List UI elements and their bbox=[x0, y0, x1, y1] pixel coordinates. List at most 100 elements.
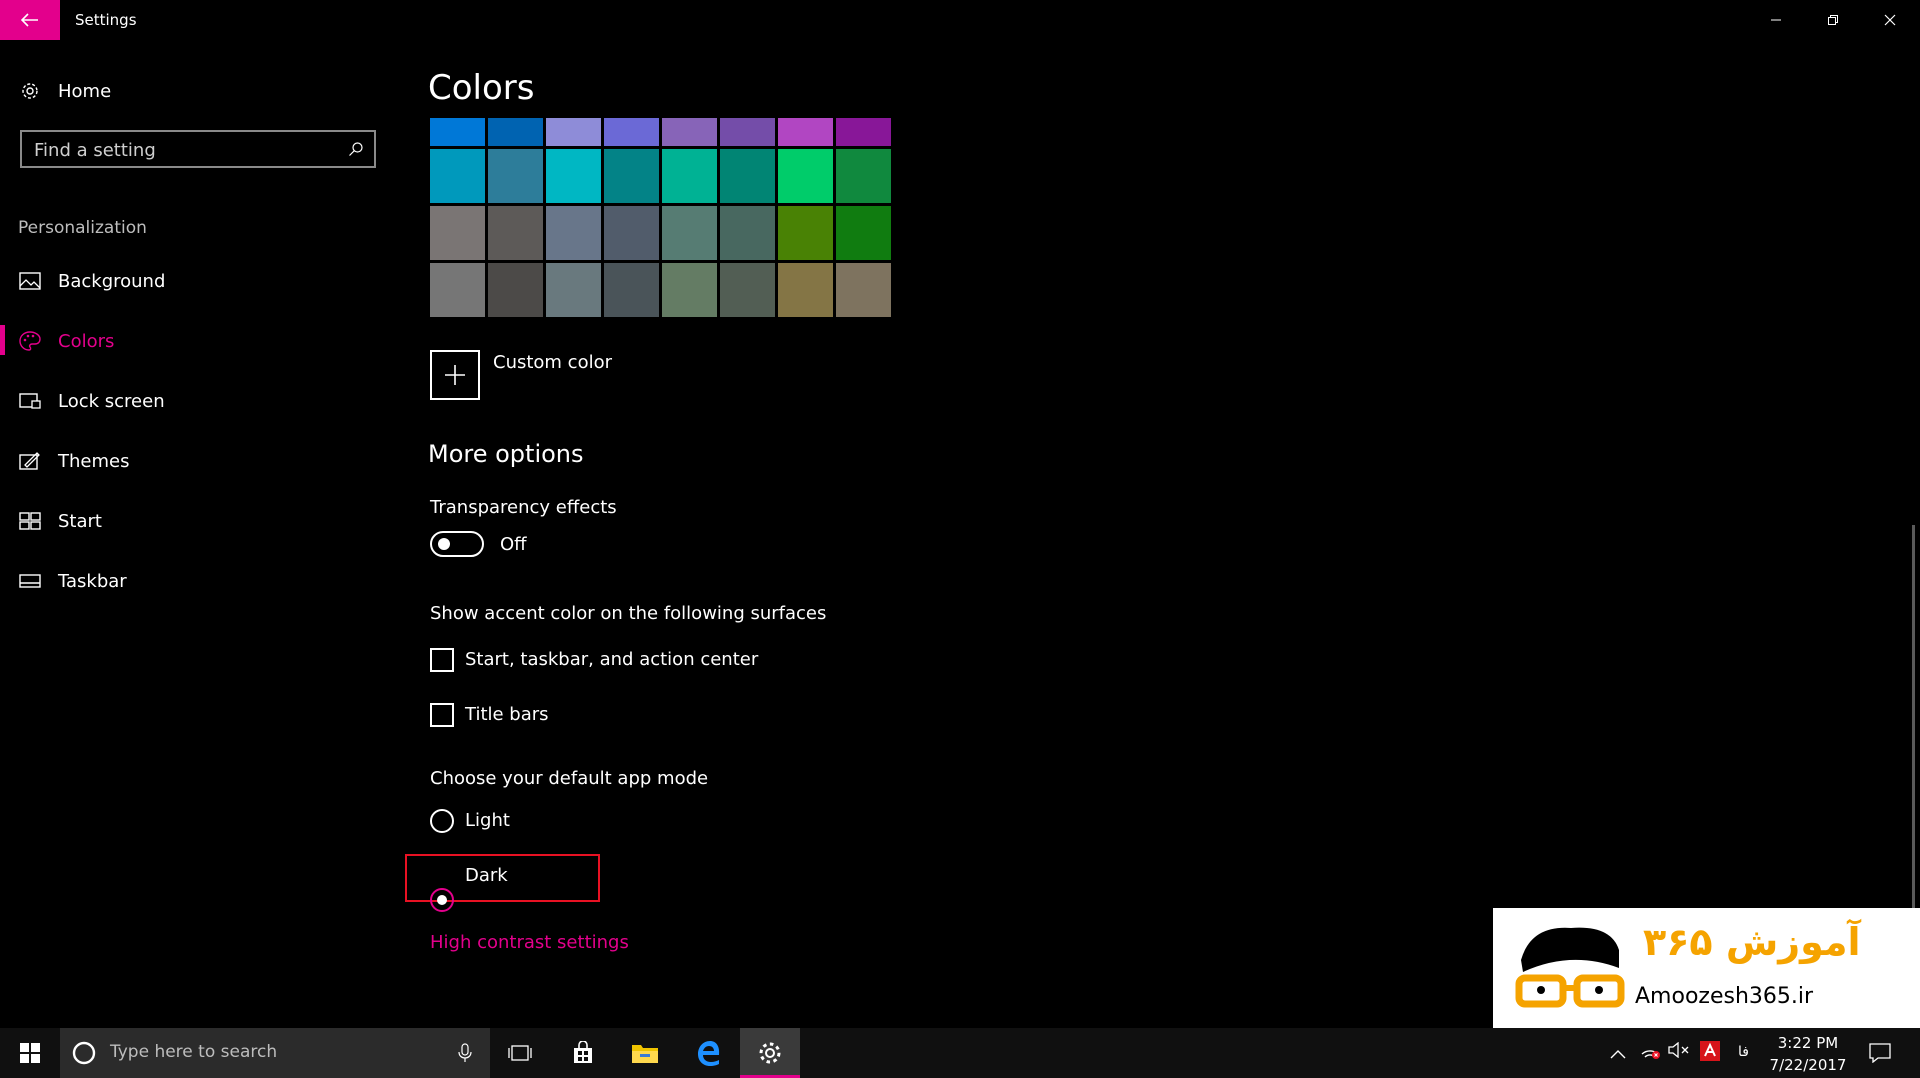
input-language-indicator[interactable]: فا bbox=[1738, 1044, 1749, 1060]
title-bar bbox=[0, 0, 1920, 40]
back-button[interactable] bbox=[0, 0, 60, 40]
section-label: Personalization bbox=[18, 218, 147, 238]
watermark-persian-text: آموزش ۳۶۵ bbox=[1643, 920, 1861, 964]
color-swatch[interactable] bbox=[662, 118, 717, 146]
minimize-button[interactable] bbox=[1748, 0, 1804, 40]
color-swatch[interactable] bbox=[778, 118, 833, 146]
clock-time[interactable]: 3:22 PM bbox=[1768, 1034, 1848, 1052]
color-swatch[interactable] bbox=[546, 149, 601, 203]
clock-date[interactable]: 7/22/2017 bbox=[1768, 1056, 1848, 1074]
app-title: Settings bbox=[75, 11, 137, 29]
restore-icon bbox=[1828, 15, 1838, 25]
color-swatch[interactable] bbox=[430, 263, 485, 317]
transparency-toggle[interactable] bbox=[430, 531, 484, 557]
plus-icon bbox=[445, 365, 465, 385]
task-view-button[interactable] bbox=[490, 1028, 550, 1078]
sidebar-item-label: Themes bbox=[58, 450, 130, 472]
color-swatch[interactable] bbox=[488, 206, 543, 260]
store-button[interactable] bbox=[553, 1028, 613, 1078]
sidebar-item-colors[interactable]: Colors bbox=[0, 319, 400, 363]
color-swatch[interactable] bbox=[778, 149, 833, 203]
color-swatch[interactable] bbox=[662, 206, 717, 260]
color-swatch[interactable] bbox=[488, 149, 543, 203]
close-icon bbox=[1884, 14, 1896, 26]
color-swatch[interactable] bbox=[836, 263, 891, 317]
sidebar-item-lock-screen[interactable]: Lock screen bbox=[0, 379, 400, 423]
dark-radio[interactable] bbox=[430, 888, 454, 912]
custom-color-label[interactable]: Custom color bbox=[493, 352, 612, 373]
color-swatch[interactable] bbox=[662, 263, 717, 317]
color-swatch[interactable] bbox=[604, 149, 659, 203]
custom-color-button[interactable] bbox=[430, 350, 480, 400]
sidebar-home[interactable]: Home bbox=[0, 69, 400, 113]
color-swatch[interactable] bbox=[488, 118, 543, 146]
settings-taskbar-icon-wrap[interactable] bbox=[740, 1028, 800, 1078]
color-swatch[interactable] bbox=[604, 118, 659, 146]
dark-label[interactable]: Dark bbox=[465, 865, 508, 886]
watermark-text: Amoozesh365.ir bbox=[1635, 984, 1814, 1009]
light-label[interactable]: Light bbox=[465, 810, 510, 831]
color-swatch[interactable] bbox=[662, 149, 717, 203]
color-swatch[interactable] bbox=[778, 263, 833, 317]
color-swatch[interactable] bbox=[720, 263, 775, 317]
transparency-label: Transparency effects bbox=[430, 497, 617, 518]
restore-button[interactable] bbox=[1805, 0, 1861, 40]
windows-logo-icon bbox=[20, 1043, 40, 1063]
color-swatch[interactable] bbox=[430, 149, 485, 203]
close-button[interactable] bbox=[1862, 0, 1918, 40]
folder-icon bbox=[632, 1045, 658, 1063]
toggle-knob bbox=[438, 538, 450, 550]
network-warning-icon[interactable] bbox=[1640, 1040, 1662, 1064]
taskbar-search-placeholder: Type here to search bbox=[110, 1042, 278, 1062]
microphone-icon bbox=[458, 1043, 472, 1062]
color-swatch[interactable] bbox=[836, 149, 891, 203]
color-swatch[interactable] bbox=[488, 263, 543, 317]
title-bars-checkbox[interactable] bbox=[430, 703, 454, 727]
color-swatch[interactable] bbox=[546, 206, 601, 260]
start-taskbar-label[interactable]: Start, taskbar, and action center bbox=[465, 649, 758, 670]
color-swatch[interactable] bbox=[836, 118, 891, 146]
picture-icon bbox=[18, 269, 42, 293]
color-swatch[interactable] bbox=[546, 118, 601, 146]
color-swatch[interactable] bbox=[720, 206, 775, 260]
lock-screen-icon bbox=[18, 389, 42, 413]
sidebar-item-label: Lock screen bbox=[58, 390, 165, 412]
start-button[interactable] bbox=[0, 1028, 60, 1078]
color-swatch[interactable] bbox=[604, 263, 659, 317]
title-bars-label[interactable]: Title bars bbox=[465, 704, 549, 725]
sidebar-item-start[interactable]: Start bbox=[0, 499, 400, 543]
cartoon-face-icon bbox=[1515, 927, 1625, 1008]
edge-button[interactable] bbox=[678, 1028, 738, 1078]
action-center-icon[interactable] bbox=[1869, 1043, 1891, 1067]
start-taskbar-checkbox[interactable] bbox=[430, 648, 454, 672]
sidebar-item-background[interactable]: Background bbox=[0, 259, 400, 303]
color-swatch[interactable] bbox=[430, 118, 485, 146]
high-contrast-link[interactable]: High contrast settings bbox=[430, 932, 629, 953]
antivirus-tray-icon[interactable] bbox=[1700, 1041, 1720, 1065]
sidebar-item-taskbar[interactable]: Taskbar bbox=[0, 559, 400, 603]
color-swatch[interactable] bbox=[720, 149, 775, 203]
file-explorer-button[interactable] bbox=[615, 1028, 675, 1078]
more-options-heading: More options bbox=[428, 440, 584, 468]
task-view-icon bbox=[508, 1045, 532, 1061]
minimize-icon bbox=[1771, 19, 1781, 21]
edge-icon bbox=[698, 1041, 720, 1066]
search-box[interactable] bbox=[20, 130, 376, 168]
color-swatch-grid bbox=[430, 118, 891, 322]
volume-muted-icon[interactable] bbox=[1668, 1041, 1690, 1062]
color-swatch[interactable] bbox=[778, 206, 833, 260]
color-swatch[interactable] bbox=[720, 118, 775, 146]
tray-chevron-up-icon[interactable] bbox=[1610, 1044, 1626, 1063]
color-swatch[interactable] bbox=[430, 206, 485, 260]
sidebar-item-label: Start bbox=[58, 510, 102, 532]
color-swatch[interactable] bbox=[604, 206, 659, 260]
light-radio[interactable] bbox=[430, 809, 454, 833]
search-input[interactable] bbox=[34, 139, 334, 161]
app-mode-heading: Choose your default app mode bbox=[430, 768, 709, 789]
search-icon bbox=[349, 142, 363, 156]
transparency-state: Off bbox=[500, 534, 527, 555]
sidebar-item-themes[interactable]: Themes bbox=[0, 439, 400, 483]
taskbar-search[interactable]: Type here to search bbox=[60, 1028, 490, 1078]
color-swatch[interactable] bbox=[836, 206, 891, 260]
color-swatch[interactable] bbox=[546, 263, 601, 317]
